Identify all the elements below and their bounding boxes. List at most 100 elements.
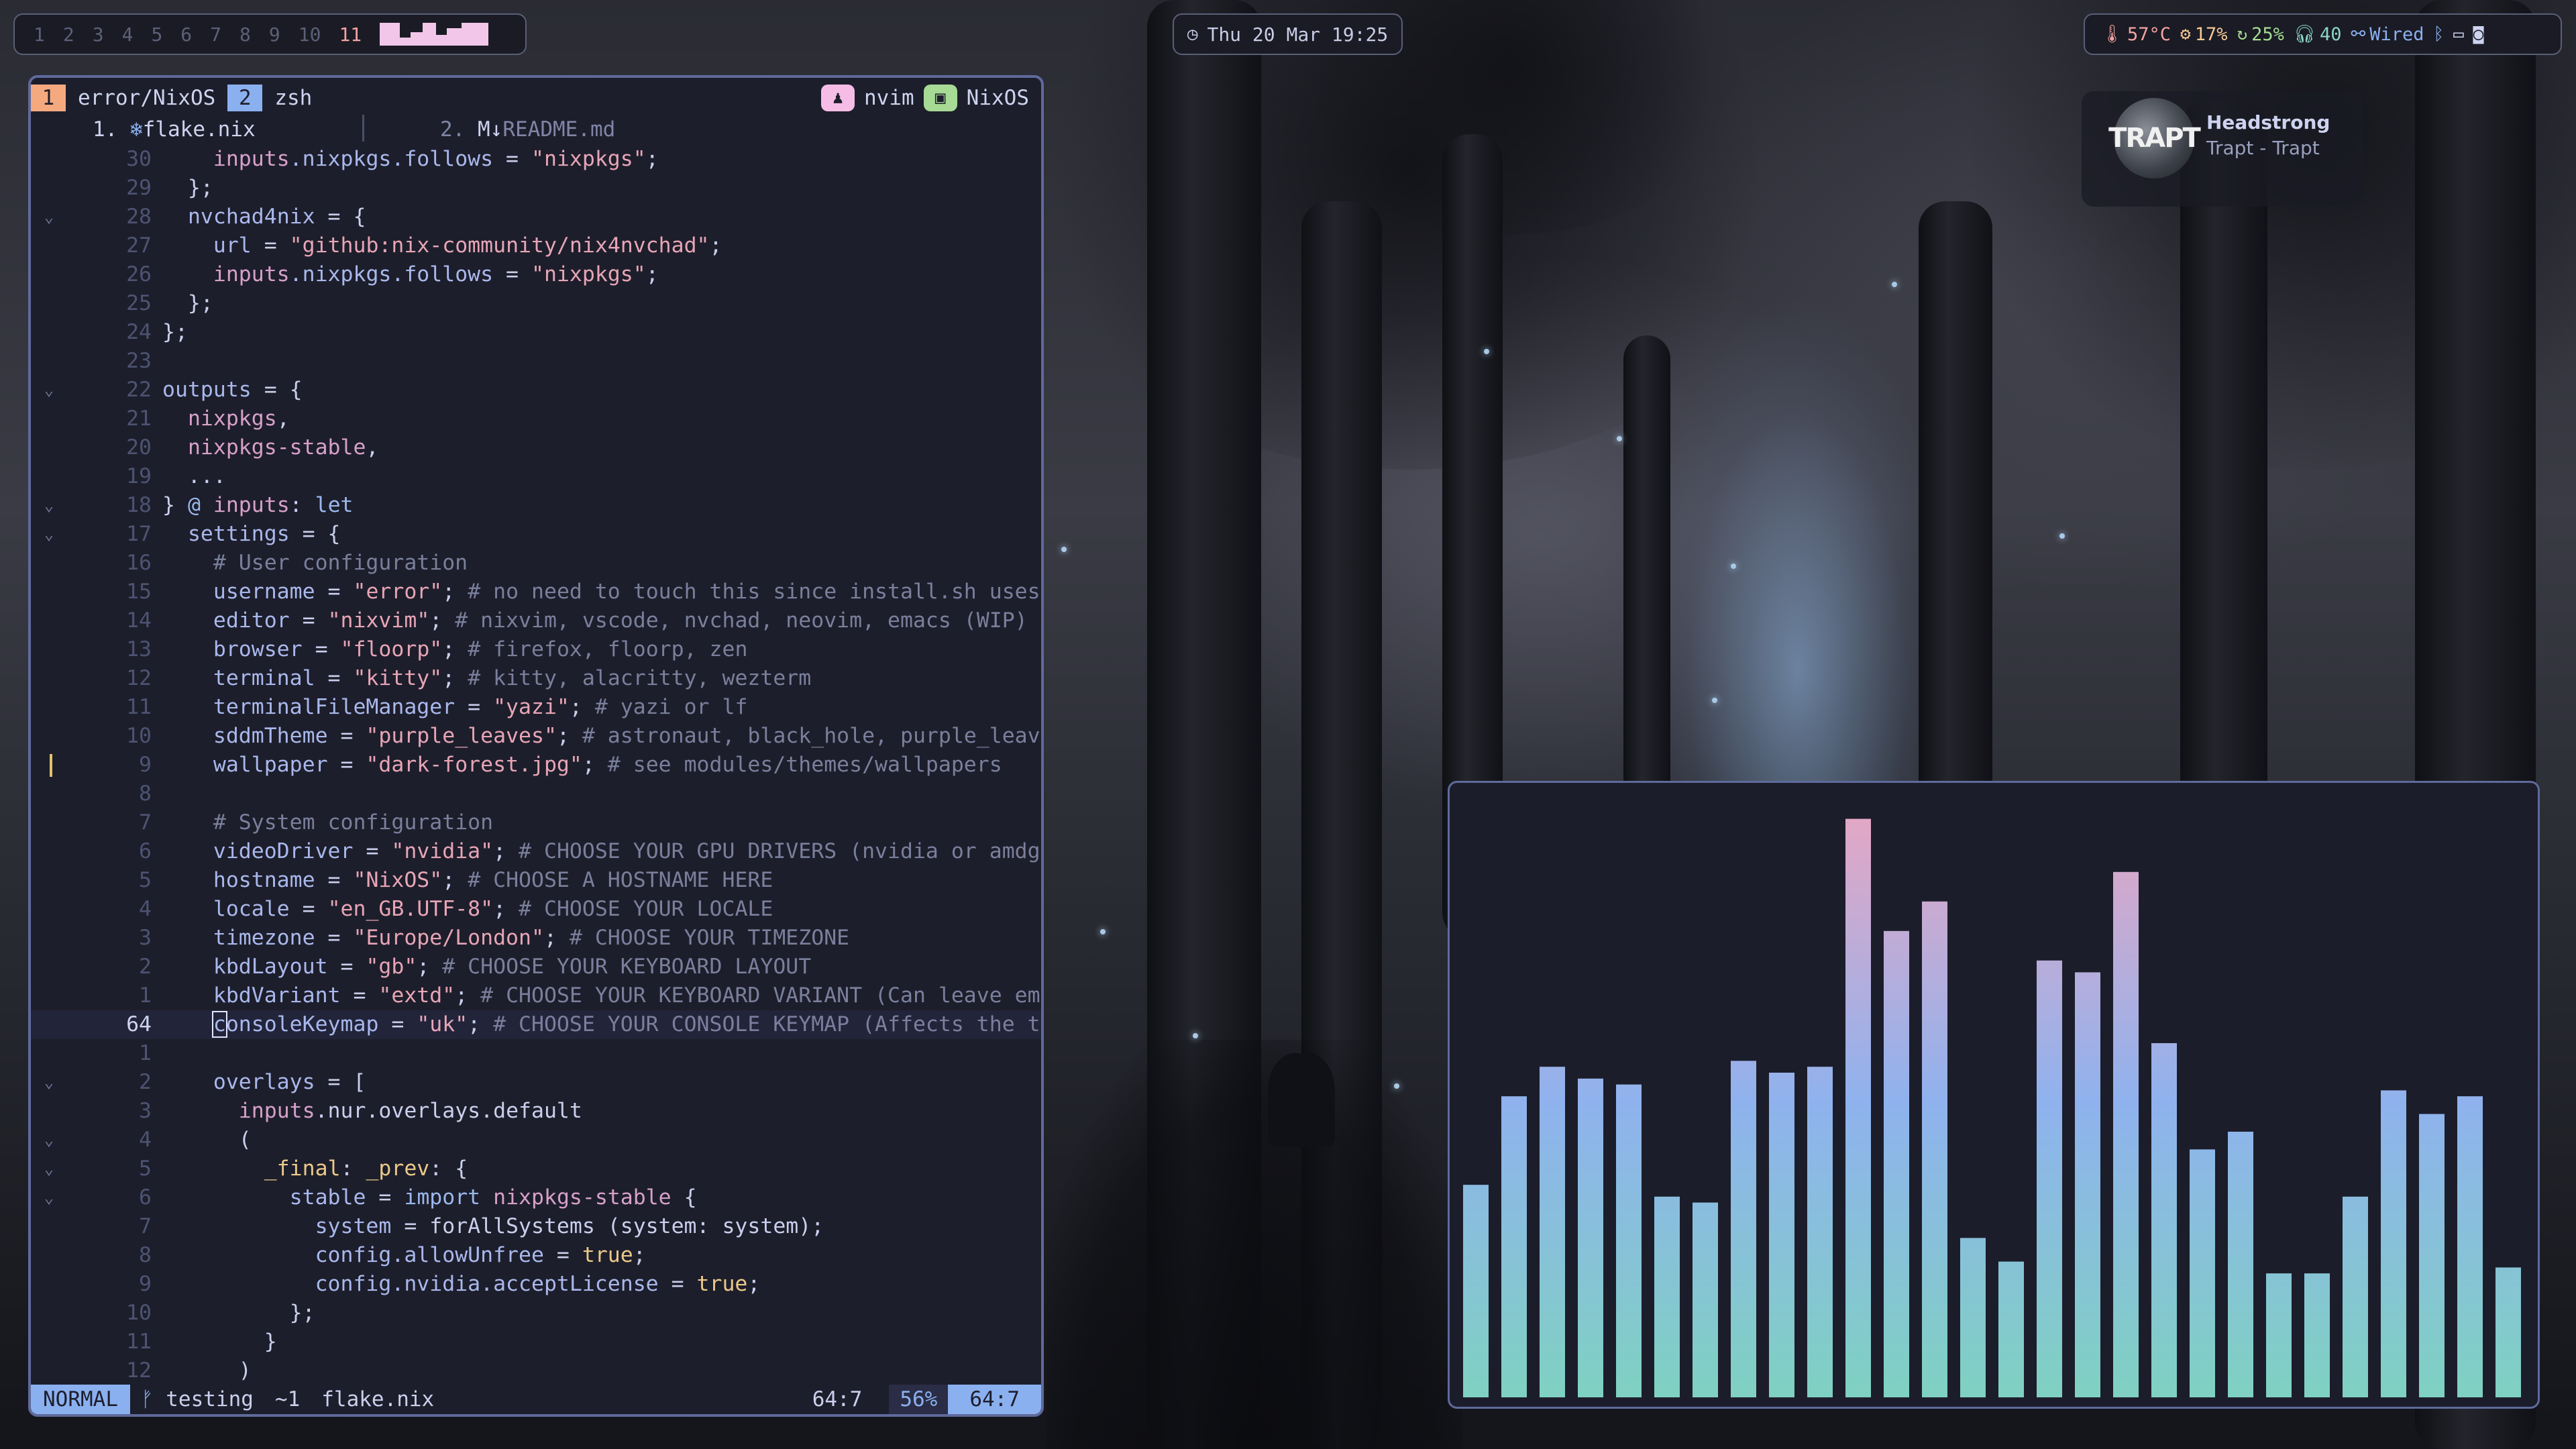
code-text: sddmTheme = "purple_leaves"; # astronaut… [213, 724, 1040, 748]
code-line[interactable]: 29 }; [31, 174, 1041, 203]
workspace-5[interactable]: 5 [151, 23, 162, 46]
tmux-window-2-name[interactable]: zsh [262, 86, 324, 110]
network-stat[interactable]: ⚯ Wired [2351, 24, 2424, 45]
workspace-6[interactable]: 6 [180, 23, 192, 46]
clock-widget[interactable]: ◷ Thu 20 Mar 19:25 [1173, 13, 1403, 55]
fold-chevron-icon[interactable]: ⌄ [39, 376, 59, 405]
code-line[interactable]: 12 terminal = "kitty"; # kitty, alacritt… [31, 664, 1041, 693]
code-line[interactable]: ⌄ 5 _final: _prev: { [31, 1155, 1041, 1183]
code-text: _final: _prev: { [264, 1157, 468, 1181]
current-code-line[interactable]: 64 consoleKeymap = "uk"; # CHOOSE YOUR C… [31, 1010, 1041, 1039]
fold-chevron-icon[interactable]: ⌄ [39, 1183, 59, 1212]
code-line[interactable]: 10 sddmTheme = "purple_leaves"; # astron… [31, 722, 1041, 751]
code-line[interactable]: 3 inputs.nur.overlays.default [31, 1097, 1041, 1126]
code-line[interactable]: 9 wallpaper = "dark-forest.jpg"; # see m… [31, 751, 1041, 780]
buffer-tab-name: flake.nix [142, 117, 256, 142]
audio-visualizer-window[interactable] [1448, 781, 2540, 1409]
visualizer-bar [1654, 1196, 1680, 1397]
window-icon[interactable]: ▭ [2453, 24, 2464, 44]
code-line[interactable]: 3 timezone = "Europe/London"; # CHOOSE Y… [31, 924, 1041, 953]
fold-chevron-icon[interactable]: ⌄ [39, 203, 59, 231]
code-line[interactable]: ⌄ 4 ( [31, 1126, 1041, 1155]
volume-stat[interactable]: 🎧︎ 40 [2294, 24, 2342, 45]
workspace-10[interactable]: 10 [299, 23, 321, 46]
code-line[interactable]: ⌄ 6 stable = import nixpkgs-stable { [31, 1183, 1041, 1212]
code-line[interactable]: 24}; [31, 318, 1041, 347]
code-line[interactable]: ⌄ 22 outputs = { [31, 376, 1041, 405]
code-line[interactable]: ⌄ 28 nvchad4nix = { [31, 203, 1041, 231]
tmux-window-1-name[interactable]: error/NixOS [66, 86, 227, 110]
code-line[interactable]: 23 [31, 347, 1041, 376]
code-line[interactable]: 21 nixpkgs, [31, 405, 1041, 433]
code-line[interactable]: 1 [31, 1039, 1041, 1068]
workspace-7[interactable]: 7 [210, 23, 221, 46]
code-editor[interactable]: 30 inputs.nixpkgs.follows = "nixpkgs"; 29… [31, 145, 1041, 1385]
code-line[interactable]: 8 config.allowUnfree = true; [31, 1241, 1041, 1270]
code-line[interactable]: 6 videoDriver = "nvidia"; # CHOOSE YOUR … [31, 837, 1041, 866]
visualizer-bar [2419, 1114, 2445, 1397]
bluetooth-icon[interactable]: ᛒ [2434, 24, 2445, 44]
code-line[interactable]: 16 # User configuration [31, 549, 1041, 578]
code-line[interactable]: ⌄ 17 settings = { [31, 520, 1041, 549]
code-text: inputs.nixpkgs.follows = "nixpkgs"; [213, 262, 659, 286]
code-line[interactable]: 5 hostname = "NixOS"; # CHOOSE A HOSTNAM… [31, 866, 1041, 895]
fold-chevron-icon[interactable]: ⌄ [39, 1126, 59, 1155]
tmux-window-1-index[interactable]: 1 [31, 85, 66, 111]
memory-stat[interactable]: ↻ 25% [2237, 24, 2284, 45]
code-line[interactable]: 25 }; [31, 289, 1041, 318]
code-text: config.allowUnfree = true; [315, 1243, 646, 1267]
code-line[interactable]: 7 system = forAllSystems (system: system… [31, 1212, 1041, 1241]
fold-chevron-icon[interactable]: ⌄ [39, 520, 59, 549]
code-line[interactable]: 1 kbdVariant = "extd"; # CHOOSE YOUR KEY… [31, 981, 1041, 1010]
code-line[interactable]: 20 nixpkgs-stable, [31, 433, 1041, 462]
scroll-percent: 56% [889, 1385, 949, 1414]
line-number: 26 [126, 262, 152, 286]
cursor-position-box: 64:7 [948, 1385, 1041, 1414]
code-line[interactable]: 30 inputs.nixpkgs.follows = "nixpkgs"; [31, 145, 1041, 174]
tmux-status-bar: 1 error/NixOS 2 zsh ♟ nvim ▣ NixOS [31, 83, 1041, 113]
code-text: }; [162, 320, 188, 344]
code-line[interactable]: ⌄ 18} @ inputs: let [31, 491, 1041, 520]
workspace-8[interactable]: 8 [239, 23, 251, 46]
line-number: 1 [139, 983, 152, 1008]
code-line[interactable]: 9 config.nvidia.acceptLicense = true; [31, 1270, 1041, 1299]
cpu-stat[interactable]: ⚙ 17% [2180, 24, 2227, 45]
workspace-1[interactable]: 1 [34, 23, 45, 46]
code-text: ( [162, 1128, 252, 1152]
buffer-tab-readme[interactable]: 2. M↓README.md [440, 117, 615, 142]
code-line[interactable]: 13 browser = "floorp"; # firefox, floorp… [31, 635, 1041, 664]
code-line[interactable]: 26 inputs.nixpkgs.follows = "nixpkgs"; [31, 260, 1041, 289]
fold-chevron-icon[interactable]: ⌄ [39, 491, 59, 520]
code-line[interactable]: 15 username = "error"; # no need to touc… [31, 578, 1041, 606]
workspace-11[interactable]: 11 [339, 23, 362, 46]
workspace-4[interactable]: 4 [122, 23, 133, 46]
code-line[interactable]: 7 # System configuration [31, 808, 1041, 837]
tmux-window-2-index[interactable]: 2 [227, 85, 263, 111]
fold-chevron-icon[interactable]: ⌄ [39, 1155, 59, 1183]
code-line[interactable]: 27 url = "github:nix-community/nix4nvcha… [31, 231, 1041, 260]
code-line[interactable]: 19 ... [31, 462, 1041, 491]
code-line[interactable]: 14 editor = "nixvim"; # nixvim, vscode, … [31, 606, 1041, 635]
git-branch: ᚠ testing [130, 1387, 264, 1411]
temperature-stat[interactable]: 🌡︎ 57°C [2101, 24, 2171, 45]
now-playing-widget[interactable]: TRAPT Headstrong Trapt - Trapt [2082, 91, 2363, 207]
discord-icon[interactable]: ◙ [2473, 24, 2484, 44]
terminal-window[interactable]: 1 error/NixOS 2 zsh ♟ nvim ▣ NixOS 1. ❄f… [28, 75, 1044, 1417]
line-number: 3 [139, 926, 152, 950]
workspace-2[interactable]: 2 [63, 23, 74, 46]
fold-chevron-icon[interactable]: ⌄ [39, 1068, 59, 1097]
code-line[interactable]: 12 ) [31, 1356, 1041, 1385]
workspace-9[interactable]: 9 [269, 23, 280, 46]
buffer-tab-flake[interactable]: 1. ❄flake.nix [93, 117, 256, 142]
visualizer-bar [1578, 1078, 1603, 1397]
code-line[interactable]: 2 kbdLayout = "gb"; # CHOOSE YOUR KEYBOA… [31, 953, 1041, 981]
code-line[interactable]: 8 [31, 780, 1041, 808]
cpu-value: 17% [2194, 23, 2228, 45]
code-line[interactable]: 4 locale = "en_GB.UTF-8"; # CHOOSE YOUR … [31, 895, 1041, 924]
workspace-3[interactable]: 3 [93, 23, 104, 46]
code-line[interactable]: ⌄ 2 overlays = [ [31, 1068, 1041, 1097]
album-cover-text: TRAPT [2108, 123, 2201, 154]
code-line[interactable]: 11 } [31, 1328, 1041, 1356]
code-line[interactable]: 10 }; [31, 1299, 1041, 1328]
code-line[interactable]: 11 terminalFileManager = "yazi"; # yazi … [31, 693, 1041, 722]
